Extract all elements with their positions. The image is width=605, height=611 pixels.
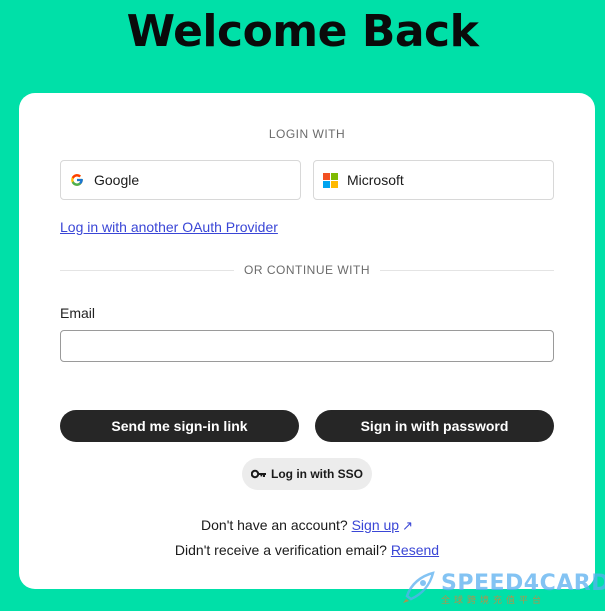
google-icon — [70, 173, 84, 187]
microsoft-label: Microsoft — [347, 172, 404, 188]
sso-label: Log in with SSO — [271, 467, 363, 481]
send-sign-in-link-button[interactable]: Send me sign-in link — [60, 410, 299, 442]
no-account-text: Don't have an account? — [201, 517, 348, 533]
resend-link[interactable]: Resend — [391, 542, 439, 558]
watermark-text: SPEED4CARD 全球跨境充值平台 — [441, 570, 605, 606]
google-label: Google — [94, 172, 140, 188]
signup-prompt: Don't have an account? Sign up ↗ — [19, 517, 595, 534]
key-icon — [251, 469, 267, 479]
sign-in-with-password-button[interactable]: Sign in with password — [315, 410, 554, 442]
rocket-icon — [401, 570, 437, 609]
page: Welcome Back LOGIN WITH Google Microsoft… — [0, 0, 605, 611]
signup-link[interactable]: Sign up — [352, 517, 399, 533]
divider-text: OR CONTINUE WITH — [244, 263, 370, 277]
divider-line-right — [380, 269, 554, 271]
login-with-label: LOGIN WITH — [268, 127, 346, 141]
watermark: SPEED4CARD 全球跨境充值平台 — [401, 570, 605, 609]
sso-login-button[interactable]: Log in with SSO — [242, 458, 372, 490]
page-title: Welcome Back — [126, 6, 479, 57]
email-input[interactable] — [60, 330, 554, 362]
microsoft-icon — [323, 173, 338, 188]
login-card: LOGIN WITH Google Microsoft Log in with … — [19, 93, 595, 589]
divider-line-left — [60, 269, 234, 271]
email-label: Email — [60, 305, 96, 321]
watermark-sub: 全球跨境充值平台 — [441, 594, 546, 605]
resend-prompt: Didn't receive a verification email? Res… — [19, 542, 595, 558]
watermark-main: SPEED4CARD — [441, 570, 605, 596]
no-verification-text: Didn't receive a verification email? — [174, 542, 387, 558]
microsoft-login-button[interactable]: Microsoft — [313, 160, 554, 200]
arrow-up-right-icon: ↗ — [402, 518, 413, 533]
google-login-button[interactable]: Google — [60, 160, 301, 200]
continue-divider: OR CONTINUE WITH — [60, 262, 554, 278]
other-oauth-provider-link[interactable]: Log in with another OAuth Provider — [60, 219, 278, 235]
